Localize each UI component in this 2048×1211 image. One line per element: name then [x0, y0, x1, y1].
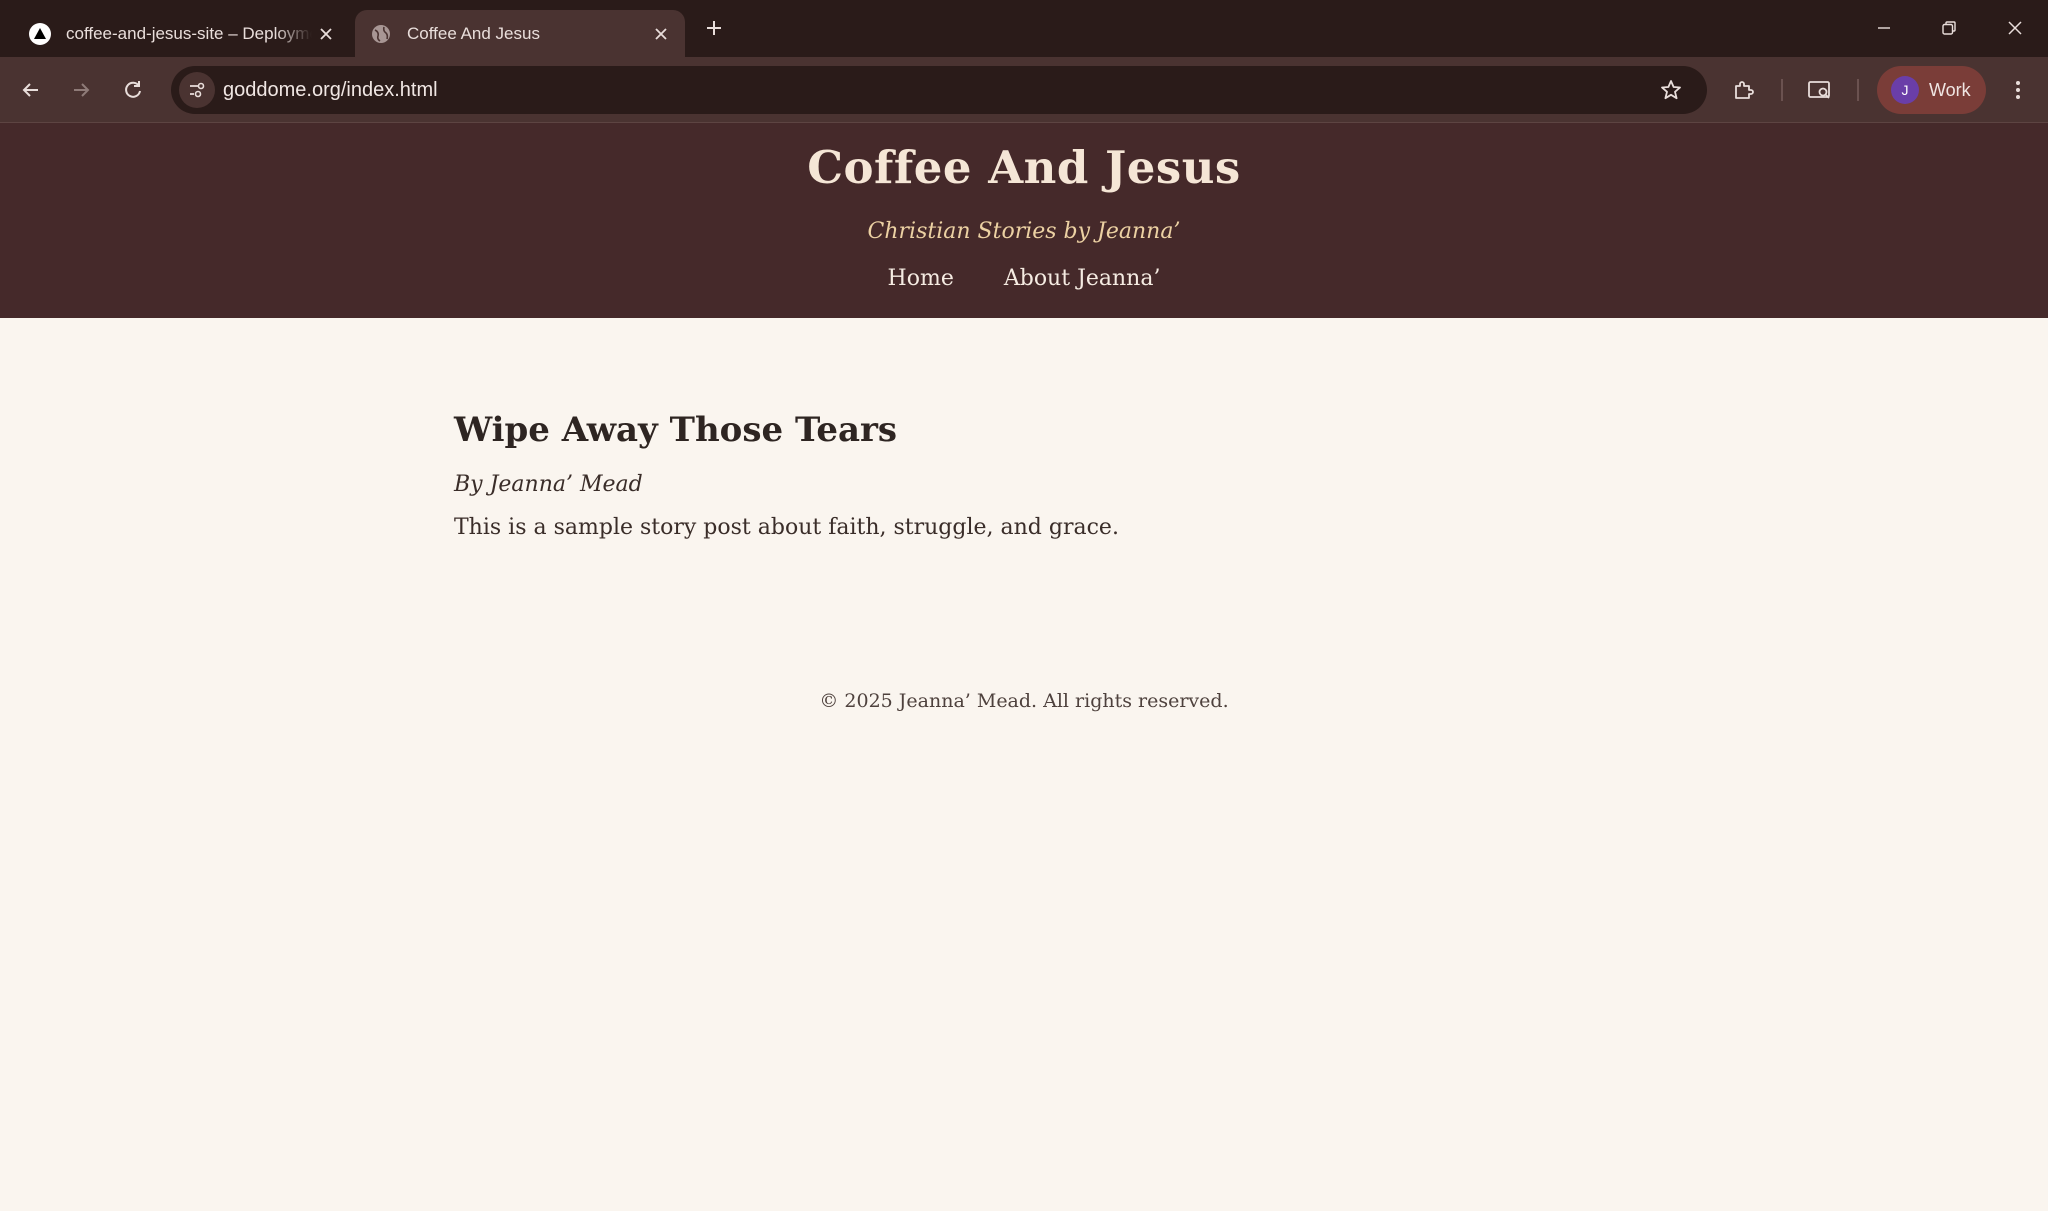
tab-coffee-and-jesus[interactable]: Coffee And Jesus	[355, 10, 685, 57]
forward-button[interactable]	[63, 72, 99, 108]
profile-label: Work	[1929, 79, 1971, 100]
site-title: Coffee And Jesus	[807, 141, 1241, 194]
restore-button[interactable]	[1927, 8, 1971, 48]
site-header: Coffee And Jesus Christian Stories by Je…	[0, 123, 2048, 318]
restore-icon	[1942, 21, 1956, 35]
reload-icon	[125, 81, 141, 98]
toolbar-separator	[1781, 79, 1783, 101]
post-body: This is a sample story post about faith,…	[454, 515, 1119, 540]
close-icon[interactable]	[647, 20, 675, 48]
globe-icon	[369, 22, 393, 46]
menu-button[interactable]	[2000, 72, 2036, 108]
post-title: Wipe Away Those Tears	[454, 410, 898, 450]
tab-strip: coffee-and-jesus-site – Deployment Coffe…	[0, 0, 2048, 57]
bookmark-button[interactable]	[1657, 76, 1685, 104]
profile-button[interactable]: J Work	[1877, 66, 1986, 114]
story-post: Wipe Away Those Tears By Jeanna’ Mead Th…	[454, 410, 1594, 540]
minimize-button[interactable]	[1862, 8, 1906, 48]
close-icon[interactable]	[312, 20, 340, 48]
plus-icon	[707, 21, 721, 35]
post-byline: By Jeanna’ Mead	[454, 472, 643, 497]
site-nav: Home About Jeanna’	[0, 266, 2048, 291]
site-info-button[interactable]	[179, 72, 215, 108]
site-tagline: Christian Stories by Jeanna’	[867, 219, 1181, 244]
close-icon	[2008, 21, 2022, 35]
reload-button[interactable]	[115, 72, 151, 108]
puzzle-icon	[1735, 81, 1754, 99]
tab-title: Coffee And Jesus	[407, 23, 540, 43]
nav-link-about[interactable]: About Jeanna’	[1004, 266, 1161, 291]
arrow-left-icon	[22, 83, 38, 97]
vercel-triangle-icon	[28, 22, 52, 46]
back-button[interactable]	[13, 72, 49, 108]
address-bar[interactable]: goddome.org/index.html	[171, 66, 1707, 114]
nav-link-home[interactable]: Home	[888, 266, 954, 291]
tab-deployment[interactable]: coffee-and-jesus-site – Deployment	[14, 10, 350, 57]
minimize-icon	[1878, 27, 1890, 29]
close-window-button[interactable]	[1993, 8, 2037, 48]
extensions-button[interactable]	[1726, 72, 1762, 108]
arrow-right-icon	[74, 83, 90, 97]
browser-toolbar: goddome.org/index.html J Work	[0, 57, 2048, 123]
tune-icon	[190, 82, 205, 98]
url-text[interactable]: goddome.org/index.html	[223, 79, 438, 102]
copyright-text: © 2025 Jeanna’ Mead. All rights reserved…	[819, 690, 1229, 712]
kebab-menu-icon	[2016, 81, 2020, 99]
tab-search-button[interactable]	[1802, 72, 1838, 108]
new-tab-button[interactable]	[700, 14, 728, 42]
screen-search-icon	[1808, 81, 1830, 99]
avatar: J	[1891, 76, 1919, 104]
tab-title: coffee-and-jesus-site – Deployment	[66, 23, 312, 43]
toolbar-separator	[1857, 79, 1859, 101]
star-icon	[1661, 80, 1681, 100]
site-footer: © 2025 Jeanna’ Mead. All rights reserved…	[0, 690, 2048, 712]
